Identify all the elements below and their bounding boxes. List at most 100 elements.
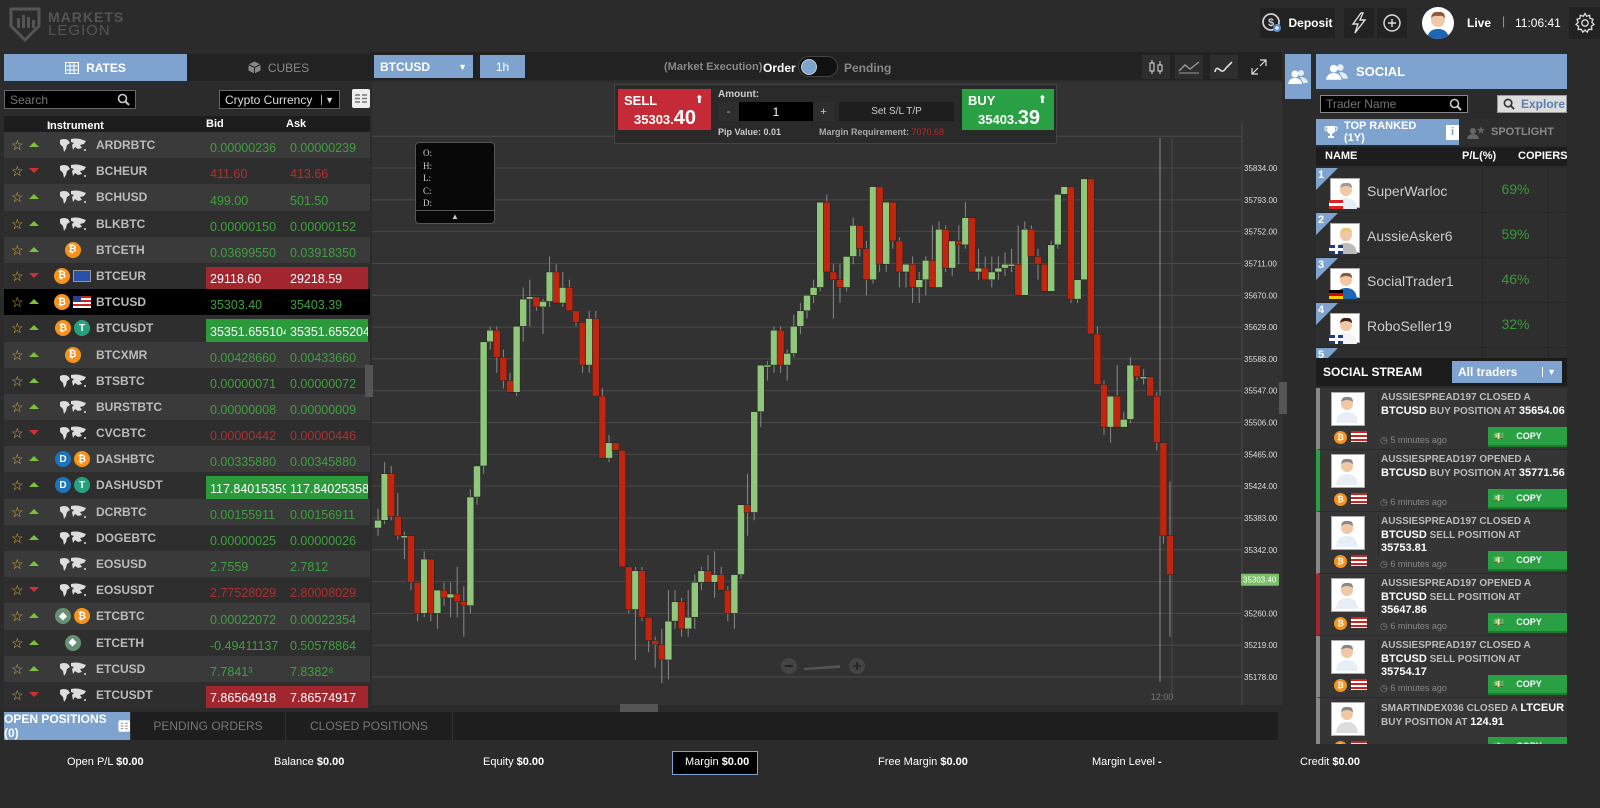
copy-button[interactable]: 💵 COPY [1488,427,1567,447]
rate-row[interactable]: ☆ ◆ ₿ ETCBTC 0.00022072 0.00022354 [4,603,370,630]
rate-row[interactable]: ☆ ◆ ETCETH -0.49411137 0.50578864 [4,629,370,656]
category-select[interactable]: Crypto Currency ▼ [219,90,340,109]
candle-bullish[interactable] [400,535,409,539]
rate-row[interactable]: ☆ BURSTBTC 0.00000008 0.00000009 [4,393,370,421]
trader-row[interactable]: 4 RoboSeller19 32% 78 [1316,303,1567,348]
candle-bullish[interactable] [770,329,778,366]
trader-row[interactable]: 1 SuperWarloc 69% 69 [1316,168,1567,213]
rate-row[interactable]: ☆ ETCUSDT 7.86564918 7.86574917 [4,681,370,709]
candle-bullish[interactable] [757,364,765,412]
candle-bullish[interactable] [512,326,521,393]
bid-price[interactable]: 0.00022072 [206,607,288,629]
candle-bearish[interactable] [704,570,712,583]
star-icon[interactable]: ☆ [11,477,24,494]
rate-row[interactable]: ☆ ARDRBTC 0.00000236 0.00000239 [4,132,370,159]
ask-price[interactable]: 0.50578864 [286,634,368,656]
set-sl-tp-button[interactable]: Set S/L T/P [839,102,954,121]
stream-user[interactable]: AUSSIESPREAD197 [1381,578,1477,589]
order-pending-toggle[interactable] [798,56,838,77]
candle-bearish[interactable] [1166,535,1174,575]
rate-row[interactable]: ☆ ₿ BTCETH 0.03699550 0.03918350 [4,236,370,263]
candle-bullish[interactable] [380,473,389,521]
bid-price[interactable]: 29118.60 [206,266,288,290]
rate-row[interactable]: ☆ BTSBTC 0.00000071 0.00000072 [4,367,370,394]
candle-bullish[interactable] [1073,279,1082,300]
star-icon[interactable]: ☆ [11,399,24,416]
bid-price[interactable]: 499.00 [206,188,288,210]
settings-button[interactable] [1569,7,1600,39]
timeframe-button[interactable]: 1h [480,55,525,78]
rate-row[interactable]: ☆ EOSUSD 2.7559 2.7812 [4,551,370,578]
candle-bullish[interactable] [1060,186,1069,195]
star-icon[interactable]: ☆ [11,242,24,259]
table-icon[interactable] [117,719,130,733]
copy-button[interactable]: 💵 COPY [1488,551,1567,571]
candle-bearish[interactable] [862,248,871,280]
drawing-tools-button[interactable] [1210,55,1238,79]
candle-bearish[interactable] [592,318,600,397]
candle-bearish[interactable] [427,558,435,614]
candle-bearish[interactable] [638,570,646,618]
star-icon[interactable]: ☆ [11,451,24,468]
candle-bearish[interactable] [565,287,574,312]
line-type-button[interactable] [1175,55,1203,79]
bid-price[interactable]: 0.00000008 [206,398,288,420]
candle-bullish[interactable] [446,593,455,599]
candle-bullish[interactable] [935,229,943,288]
bid-price[interactable]: 0.00000150 [206,215,288,237]
trader-name[interactable]: RoboSeller19 [1367,318,1477,334]
tab-closed-positions[interactable]: CLOSED POSITIONS [286,712,453,740]
trader-avatar[interactable] [1331,516,1365,550]
candle-bearish[interactable] [1100,384,1108,428]
candle-bearish[interactable] [1040,263,1049,292]
rate-row[interactable]: ☆ BLKBTC 0.00000150 0.00000152 [4,210,370,237]
candle-bullish[interactable] [842,256,851,288]
candle-bearish[interactable] [658,644,666,661]
candle-bullish[interactable] [684,617,692,630]
star-icon[interactable]: ☆ [11,189,24,206]
star-icon[interactable]: ☆ [11,373,24,390]
amount-decrease-button[interactable]: - [718,102,739,121]
candle-bearish[interactable] [981,267,989,280]
candle-bullish[interactable] [902,263,910,273]
star-icon[interactable]: ☆ [11,608,24,625]
candle-bearish[interactable] [578,322,587,366]
bid-price[interactable]: 0.00000071 [206,372,288,394]
candle-bearish[interactable] [1159,442,1168,537]
candle-bearish[interactable] [875,186,884,265]
candle-bullish[interactable] [479,341,488,467]
candle-bearish[interactable] [889,201,897,242]
rate-row[interactable]: ☆ ETCUSD 7.7841³ 7.8382⁸ [4,655,370,682]
candle-bearish[interactable] [499,357,508,381]
candle-bullish[interactable] [869,186,877,280]
candle-bearish[interactable] [1146,376,1154,397]
candle-bearish[interactable] [387,473,395,517]
trader-search[interactable] [1320,95,1468,113]
candle-bullish[interactable] [1054,194,1062,246]
trader-row[interactable]: 3 SocialTrader1 46% 11 [1316,258,1567,303]
candle-bearish[interactable] [955,240,963,246]
candle-bearish[interactable] [724,589,732,614]
candle-bearish[interactable] [618,450,626,568]
candle-bearish[interactable] [644,617,653,641]
candle-bearish[interactable] [1087,178,1095,335]
ask-price[interactable]: 0.00000072 [286,372,368,394]
ask-price[interactable]: 2.80008029 [286,581,368,603]
candle-bullish[interactable] [783,353,791,366]
candle-bearish[interactable] [407,535,415,583]
ask-price[interactable]: 0.00022354 [286,607,368,629]
candle-bearish[interactable] [743,504,752,513]
ask-price[interactable]: 0.00156911 [286,503,368,525]
rate-row[interactable]: ☆ BCHEUR 411.60 413.66 [4,158,370,185]
tab-spotlight[interactable]: SPOTLIGHT [1459,119,1567,145]
candle-bullish[interactable] [1106,395,1115,428]
star-icon[interactable]: ☆ [11,582,24,599]
candle-bearish[interactable] [908,263,917,288]
candle-bullish[interactable] [750,411,758,513]
candle-bearish[interactable] [413,582,422,614]
star-icon[interactable]: ☆ [11,530,24,547]
candle-bullish[interactable] [1047,244,1055,292]
bid-price[interactable]: 7.86564918 [206,685,288,709]
rate-row[interactable]: ☆ DOGEBTC 0.00000025 0.00000026 [4,524,370,551]
collapse-right-panel-handle[interactable] [1279,382,1287,414]
